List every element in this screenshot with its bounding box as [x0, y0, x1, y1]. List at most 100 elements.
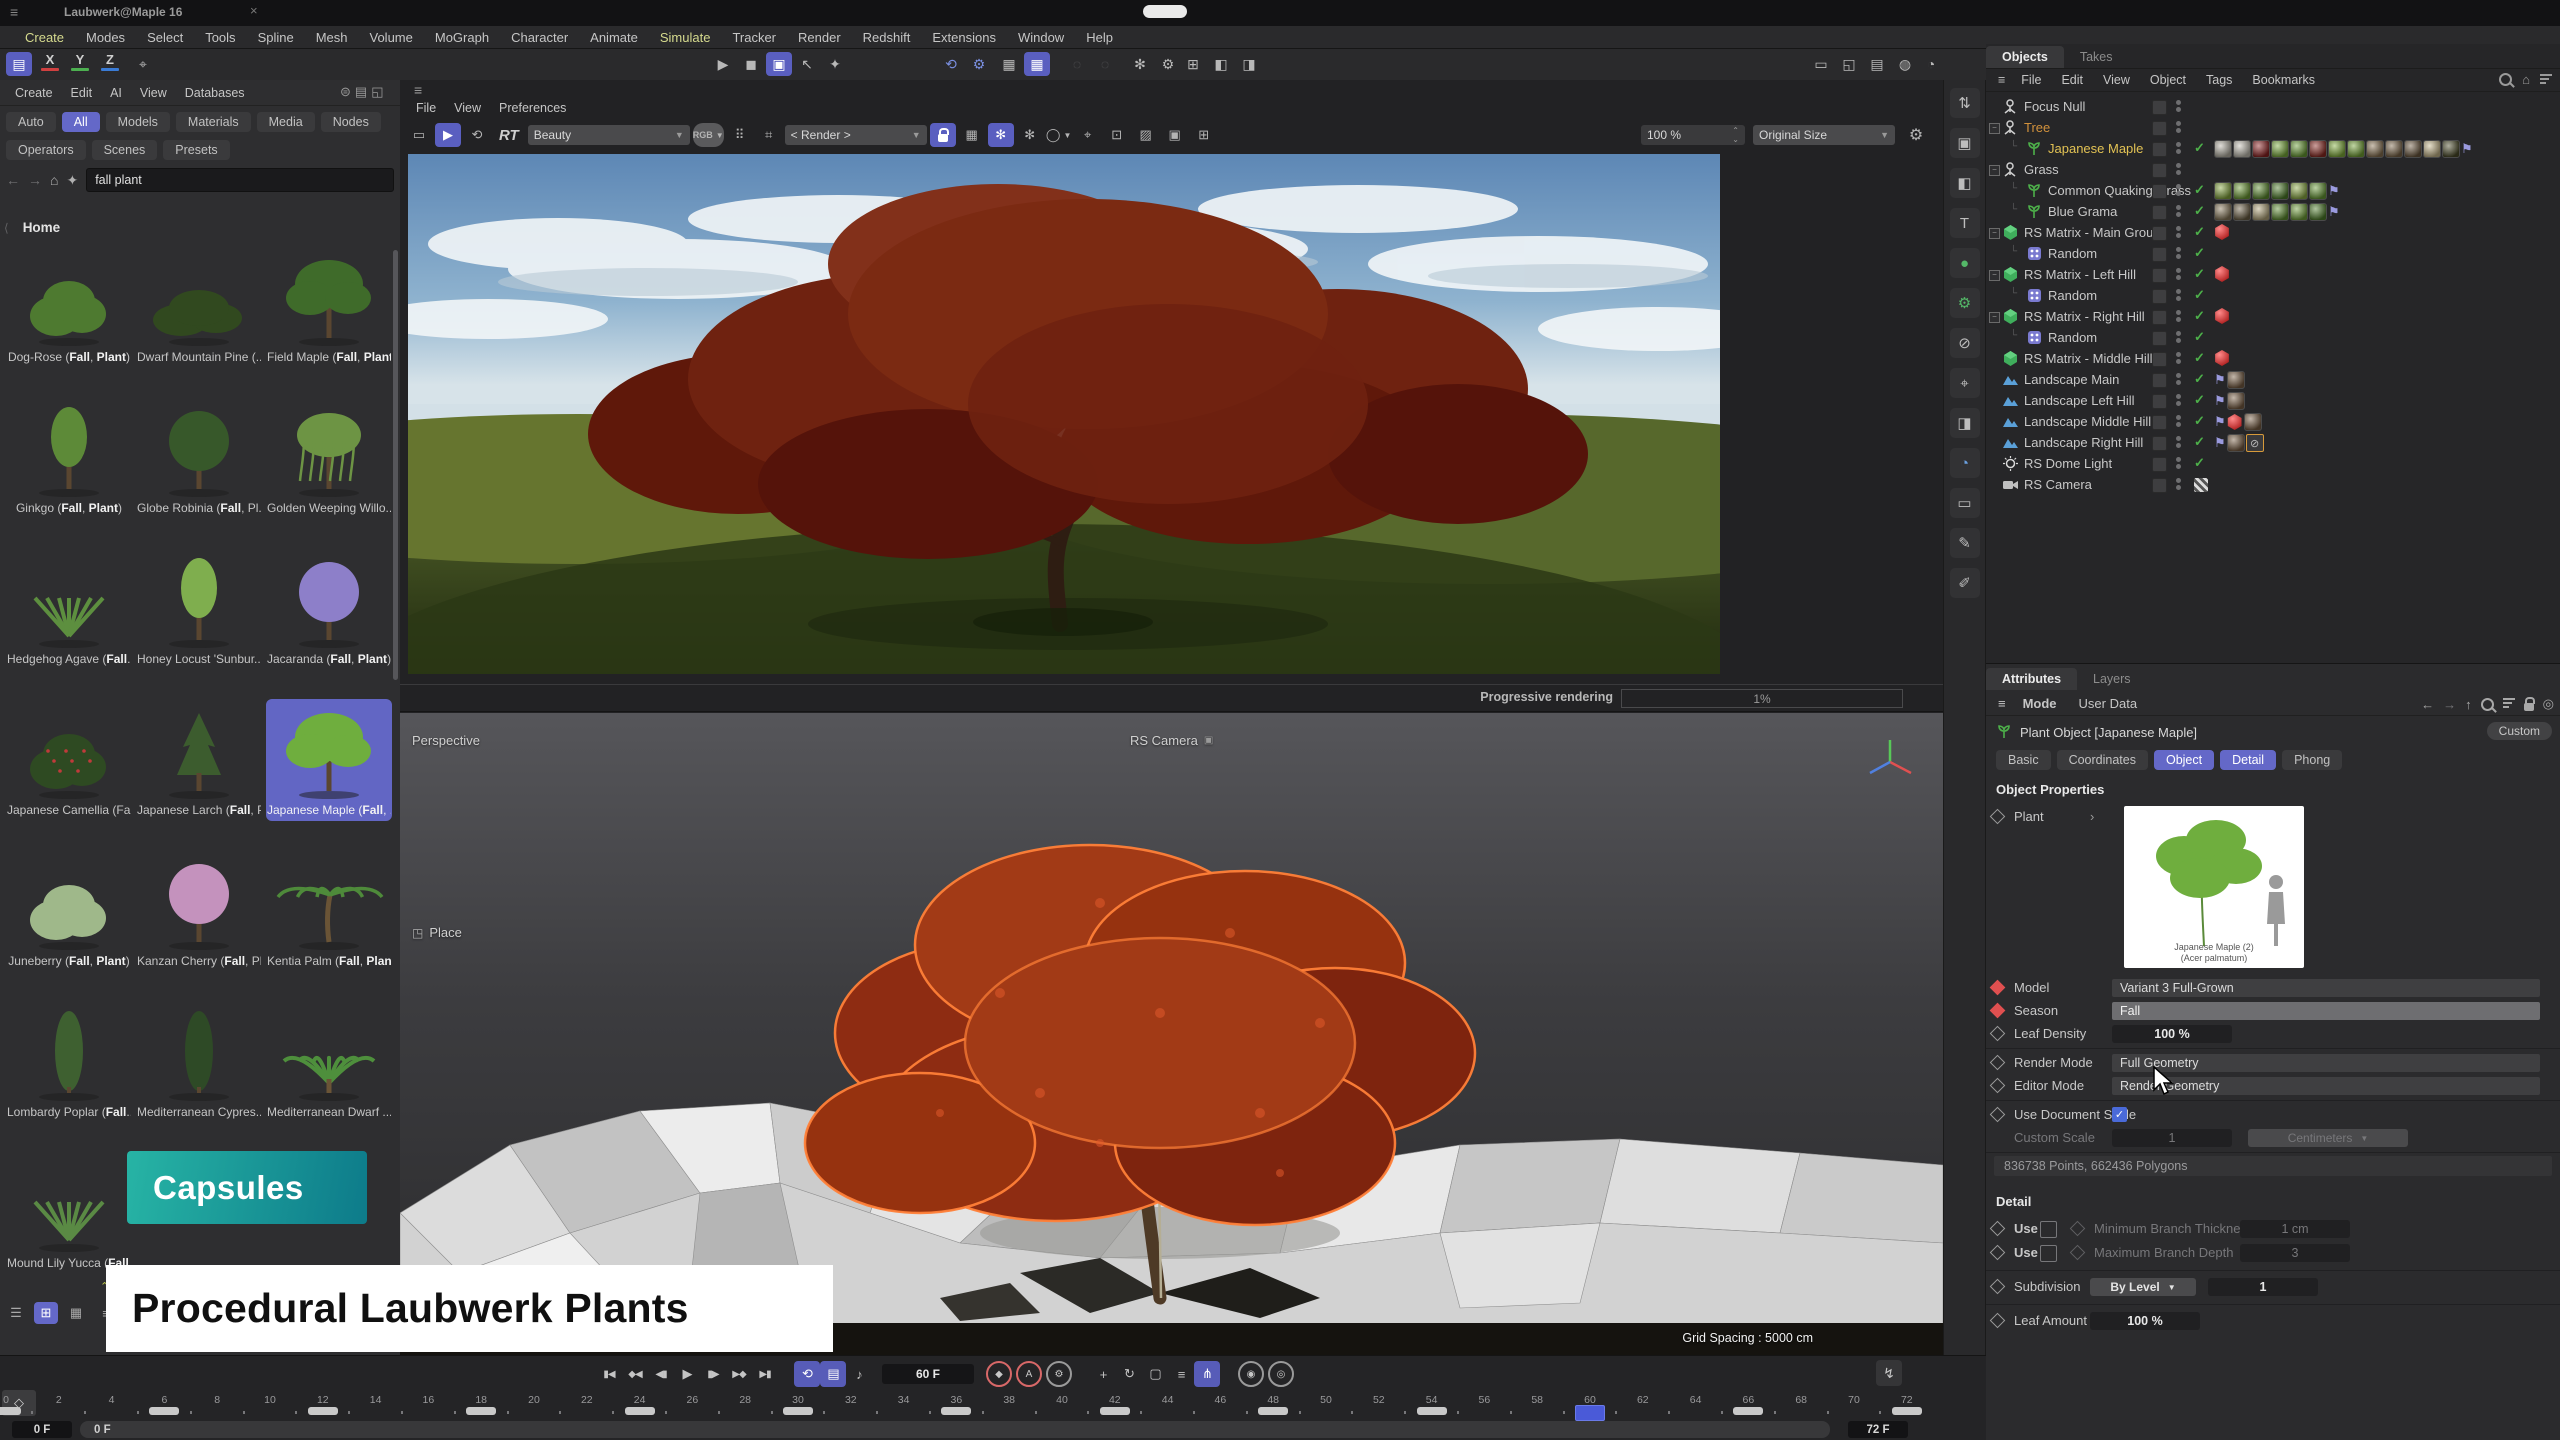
- sound-button[interactable]: ♪: [846, 1361, 872, 1387]
- enabled-check-icon[interactable]: ✓: [2194, 434, 2205, 450]
- timeline-keyframe-marker[interactable]: [1417, 1407, 1447, 1415]
- object-name[interactable]: Grass: [2024, 162, 2059, 177]
- object-name[interactable]: Landscape Right Hill: [2024, 435, 2143, 450]
- annotation-flag-icon[interactable]: ⚑: [2328, 183, 2340, 199]
- menu-window[interactable]: Window: [1007, 30, 1075, 45]
- clapperboard-icon[interactable]: ▭: [406, 123, 432, 147]
- falloff-tool-icon[interactable]: ⊘: [1950, 328, 1980, 358]
- sphere-tool-icon[interactable]: ●: [1950, 248, 1980, 278]
- renderview-gear-icon[interactable]: ⚙: [1903, 123, 1929, 147]
- object-row[interactable]: └Random✓: [1986, 327, 2560, 348]
- asset-item[interactable]: Field Maple (Fall, Plant): [266, 246, 392, 368]
- record-params-button[interactable]: ≡: [1168, 1361, 1194, 1387]
- refresh-icon[interactable]: ⟲: [938, 52, 964, 76]
- menu-volume[interactable]: Volume: [359, 30, 424, 45]
- object-menu-tags[interactable]: Tags: [2196, 73, 2242, 87]
- record-rotation-button[interactable]: ↻: [1116, 1361, 1142, 1387]
- material-tag[interactable]: [2442, 140, 2460, 158]
- timeline-keyframe-marker[interactable]: [1733, 1407, 1763, 1415]
- material-tag[interactable]: [2252, 140, 2270, 158]
- goto-start-button[interactable]: ▮◀: [596, 1361, 622, 1387]
- visibility-dots[interactable]: [2176, 289, 2181, 301]
- record-scale-button[interactable]: ▢: [1142, 1361, 1168, 1387]
- material-tag[interactable]: [2227, 434, 2245, 452]
- material-tag[interactable]: [2252, 203, 2270, 221]
- autokey-button[interactable]: A: [1016, 1361, 1042, 1387]
- attr-back-icon[interactable]: ←: [2421, 697, 2434, 712]
- layer-toggle[interactable]: [2152, 205, 2167, 220]
- layer-toggle[interactable]: [2152, 331, 2167, 346]
- user-data-menu[interactable]: User Data: [2068, 696, 2149, 711]
- layer-toggle[interactable]: [2152, 373, 2167, 388]
- render-gear-icon[interactable]: ⚙: [1155, 52, 1181, 76]
- external-icon[interactable]: ◱: [371, 84, 383, 100]
- material-tag[interactable]: [2214, 140, 2232, 158]
- use-checkbox[interactable]: [2040, 1245, 2057, 1262]
- custom-button[interactable]: Custom: [2487, 722, 2552, 740]
- camera-menu-icon[interactable]: ▣: [1204, 735, 1213, 746]
- keyframe-dot-icon[interactable]: [2070, 1245, 2086, 1261]
- timeline-keyframe-marker[interactable]: [1892, 1407, 1922, 1415]
- object-row[interactable]: └Random✓: [1986, 285, 2560, 306]
- param-dropdown[interactable]: Fall: [2112, 1002, 2540, 1020]
- object-name[interactable]: RS Matrix - Main Ground: [2024, 225, 2168, 240]
- enabled-check-icon[interactable]: ✓: [2194, 308, 2205, 324]
- object-row[interactable]: Landscape Left Hill✓⚑: [1986, 390, 2560, 411]
- keyframe-dot-icon[interactable]: [2070, 1221, 2086, 1237]
- enabled-check-icon[interactable]: ✓: [2194, 350, 2205, 366]
- material-tag[interactable]: [2233, 140, 2251, 158]
- measure-tool-icon[interactable]: ✎: [1950, 528, 1980, 558]
- timeline-keyframe-marker[interactable]: [149, 1407, 179, 1415]
- search-input[interactable]: [86, 168, 394, 192]
- camera-tool-icon[interactable]: ▭: [1950, 488, 1980, 518]
- enabled-check-icon[interactable]: ✓: [2194, 329, 2205, 345]
- attribute-burger-icon[interactable]: ≡: [1992, 696, 2012, 711]
- panel-icon[interactable]: ▤: [355, 84, 367, 100]
- expand-toggle-icon[interactable]: −: [1989, 123, 2000, 134]
- diagonal-icon[interactable]: ▨: [1133, 123, 1159, 147]
- back-arrow-icon[interactable]: ←: [6, 172, 20, 188]
- pass-select[interactable]: Beauty▼: [528, 125, 690, 145]
- material-tag[interactable]: [2309, 182, 2327, 200]
- filter-tab-presets[interactable]: Presets: [163, 140, 229, 160]
- mode-menu[interactable]: Mode: [2012, 696, 2068, 711]
- use-checkbox[interactable]: [2040, 1221, 2057, 1238]
- menu-create[interactable]: Create: [14, 30, 75, 45]
- circle-dim-icon[interactable]: ◌: [1064, 52, 1090, 76]
- object-name[interactable]: RS Camera: [2024, 477, 2092, 492]
- menu-mesh[interactable]: Mesh: [305, 30, 359, 45]
- record-keyframe-button[interactable]: ◆: [986, 1361, 1012, 1387]
- enabled-check-icon[interactable]: ✓: [2194, 245, 2205, 261]
- visibility-dots[interactable]: [2176, 268, 2181, 280]
- axis-y-button[interactable]: Y: [66, 52, 94, 74]
- redshift-object-tag[interactable]: [2227, 414, 2243, 430]
- asset-scrollbar[interactable]: [393, 250, 398, 680]
- simulate-play-icon[interactable]: ▶: [710, 52, 736, 76]
- smart-search-icon[interactable]: ✦: [66, 172, 78, 189]
- param-field[interactable]: 100 %: [2090, 1312, 2200, 1330]
- play-button[interactable]: ▶: [674, 1361, 700, 1387]
- asset-item[interactable]: Kanzan Cherry (Fall, Pl...: [136, 850, 262, 972]
- object-row[interactable]: └Common Quaking Grass✓⚑: [1986, 180, 2560, 201]
- unit-select[interactable]: Centimeters ▼: [2248, 1129, 2408, 1147]
- visibility-dots[interactable]: [2176, 226, 2181, 238]
- layer-toggle[interactable]: [2152, 100, 2167, 115]
- clipboard-button[interactable]: ▤: [820, 1361, 846, 1387]
- tab-close-icon[interactable]: ×: [250, 3, 258, 18]
- param-dropdown[interactable]: Render Geometry: [2112, 1077, 2540, 1095]
- preview-range-bar[interactable]: 0 F: [80, 1421, 1830, 1438]
- enabled-check-icon[interactable]: ✓: [2194, 371, 2205, 387]
- asset-item[interactable]: Golden Weeping Willo...: [266, 397, 392, 519]
- simulate-stop-icon[interactable]: ◼: [738, 52, 764, 76]
- visibility-dots[interactable]: [2176, 100, 2181, 112]
- param-checkbox[interactable]: ✓: [2112, 1107, 2127, 1122]
- object-name[interactable]: Random: [2048, 330, 2097, 345]
- modeling-tool-icon[interactable]: ◧: [1950, 168, 1980, 198]
- keyframe-dot-icon[interactable]: [1990, 1026, 2006, 1042]
- attr-forward-icon[interactable]: →: [2443, 697, 2456, 712]
- material-tag[interactable]: [2271, 140, 2289, 158]
- filter-tab-all[interactable]: All: [62, 112, 100, 132]
- timeline-keyframe-marker[interactable]: [0, 1407, 21, 1415]
- cube-icon[interactable]: ◨: [1236, 52, 1262, 76]
- object-name[interactable]: Landscape Middle Hill: [2024, 414, 2151, 429]
